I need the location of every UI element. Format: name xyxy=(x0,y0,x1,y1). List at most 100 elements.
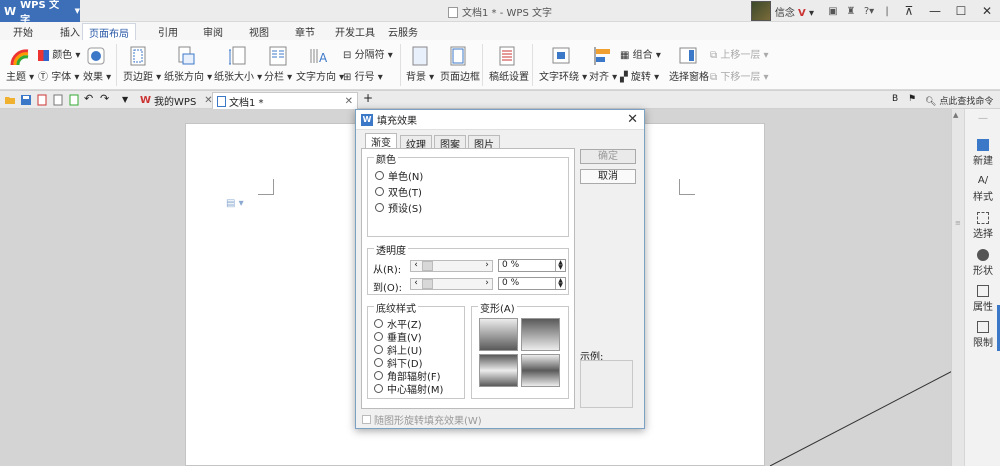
variant-swatch[interactable] xyxy=(479,318,518,351)
minimize-button[interactable]: — xyxy=(922,4,948,18)
radio-preset[interactable]: 预设(S) xyxy=(375,200,422,215)
avatar[interactable] xyxy=(750,1,771,21)
selection-pane-button[interactable]: 选择窗格 xyxy=(669,68,709,83)
vertical-scrollbar[interactable]: ▲ ≡ xyxy=(951,109,964,466)
close-button[interactable]: ✕ xyxy=(974,4,1000,18)
maximize-button[interactable]: ☐ xyxy=(948,4,974,18)
text-direction-button[interactable]: 文字方向 ▾ xyxy=(296,68,344,83)
sidebar-collapse-icon[interactable]: — xyxy=(965,113,1000,124)
divider: | xyxy=(885,5,889,17)
skin-icon[interactable]: ▣ xyxy=(824,6,842,17)
new-doc-icon xyxy=(977,139,989,151)
print-preview-icon[interactable] xyxy=(68,94,80,106)
scroll-up-icon[interactable]: ▲ xyxy=(953,111,958,119)
fill-effects-dialog: W 填充效果 ✕ 渐变 纹理 图案 图片 颜色 单色(N) 双色(T) 预设(S… xyxy=(355,109,645,429)
close-icon[interactable]: ✕ xyxy=(627,112,638,127)
color-button[interactable]: 颜色 ▾ xyxy=(38,46,80,61)
from-slider[interactable]: ‹ › xyxy=(410,260,493,272)
chevron-down-icon[interactable]: ▼ xyxy=(122,95,134,107)
save-icon[interactable] xyxy=(20,94,32,106)
font-button[interactable]: Ⓣ 字体 ▾ xyxy=(38,68,79,83)
new-tab-icon[interactable]: + xyxy=(363,91,375,105)
sidebar-item-new[interactable]: 新建 xyxy=(965,139,1000,167)
undo-icon[interactable]: ↶ xyxy=(84,92,96,105)
tab-texture[interactable]: 纹理 xyxy=(400,135,432,151)
tab-pattern[interactable]: 图案 xyxy=(434,135,466,151)
background-icon xyxy=(412,46,428,66)
print-icon[interactable] xyxy=(52,94,64,106)
columns-button[interactable]: 分栏 ▾ xyxy=(264,68,292,83)
tab-review[interactable]: 审阅 xyxy=(203,24,223,40)
tab-view[interactable]: 视图 xyxy=(249,24,269,40)
line-numbers-button[interactable]: ⊞ 行号 ▾ xyxy=(343,68,383,83)
shirt-icon[interactable]: ♜ xyxy=(842,6,860,17)
help-button[interactable]: ?▾ xyxy=(860,6,878,17)
from-value-input[interactable]: 0 % ▲ ▼ xyxy=(498,259,566,272)
tab-gradient[interactable]: 渐变 xyxy=(365,133,397,149)
align-button[interactable]: 对齐 ▾ xyxy=(589,68,617,83)
orientation-button[interactable]: 纸张方向 ▾ xyxy=(164,68,212,83)
cancel-button[interactable]: 取消 xyxy=(580,169,636,184)
user-name[interactable]: 信念 V ▾ xyxy=(775,4,814,19)
send-backward-button[interactable]: ⧉ 下移一层 ▾ xyxy=(710,68,769,83)
background-button[interactable]: 背景 ▾ xyxy=(406,68,434,83)
variant-swatch[interactable] xyxy=(521,354,560,387)
quick-access-toolbar: ↶ ↷ ▼ W 我的WPS ✕ 文档1 * ✕ + B ⚑ 🔍︎ 点此查找命令 xyxy=(0,91,1000,109)
rotate-button[interactable]: ▞ 旋转 ▾ xyxy=(620,68,659,83)
dialog-title-bar[interactable]: W 填充效果 ✕ xyxy=(356,110,644,130)
tab-developer[interactable]: 开发工具 xyxy=(335,24,375,40)
close-icon[interactable]: ✕ xyxy=(345,96,353,107)
tab-document[interactable]: 文档1 * ✕ xyxy=(212,92,358,109)
effect-button[interactable]: 效果 ▾ xyxy=(83,68,111,83)
document-icon xyxy=(217,95,226,107)
transparency-group: 透明度 从(R): ‹ › 0 % ▲ ▼ 到(O): ‹ › 0 % ▲ ▼ xyxy=(367,242,569,295)
group-button[interactable]: ▦ 组合 ▾ xyxy=(620,46,661,61)
breaks-button[interactable]: ⊟ 分隔符 ▾ xyxy=(343,46,393,61)
sidebar-item-styles[interactable]: A/样式 xyxy=(965,175,1000,203)
page-border-button[interactable]: 页面边框 xyxy=(440,68,480,83)
tab-cloud[interactable]: 云服务 xyxy=(388,24,418,40)
ok-button[interactable]: 确定 xyxy=(580,149,636,164)
tab-picture[interactable]: 图片 xyxy=(468,135,500,151)
command-search[interactable]: 🔍︎ 点此查找命令 xyxy=(925,94,993,107)
radio-two-colors[interactable]: 双色(T) xyxy=(375,184,422,199)
variant-swatch[interactable] xyxy=(521,318,560,351)
page-size-button[interactable]: 纸张大小 ▾ xyxy=(214,68,262,83)
decorative-diagonal-line xyxy=(769,364,964,466)
export-pdf-icon[interactable] xyxy=(36,94,48,106)
scrollbar-grip[interactable]: ≡ xyxy=(955,219,961,227)
margins-button[interactable]: 页边距 ▾ xyxy=(123,68,161,83)
tab-insert[interactable]: 插入 xyxy=(60,24,80,40)
tab-start[interactable]: 开始 xyxy=(13,24,33,40)
variant-swatch[interactable] xyxy=(479,354,518,387)
tab-page-layout[interactable]: 页面布局 xyxy=(82,23,136,41)
chevron-left-icon: ‹ xyxy=(414,278,418,288)
align-icon xyxy=(594,47,610,65)
paste-options-icon[interactable]: ▤ ▾ xyxy=(226,198,244,209)
margin-corner-mark xyxy=(258,179,274,195)
manuscript-button[interactable]: 稿纸设置 xyxy=(489,68,529,83)
tab-chapter[interactable]: 章节 xyxy=(295,24,315,40)
sidebar-item-shapes[interactable]: 形状 xyxy=(965,249,1000,277)
rotate-with-shape-checkbox[interactable]: 随图形旋转填充效果(W) xyxy=(362,412,482,427)
shading-style-group: 底纹样式 水平(Z) 垂直(V) 斜上(U) 斜下(D) 角部辐射(F) 中心辐… xyxy=(367,300,465,399)
sidebar-item-properties[interactable]: 属性 xyxy=(965,285,1000,313)
format-painter-icon[interactable]: ⚑ xyxy=(908,94,920,106)
text-wrap-button[interactable]: 文字环绕 ▾ xyxy=(539,68,587,83)
tab-references[interactable]: 引用 xyxy=(158,24,178,40)
sidebar-item-restrict[interactable]: 限制 xyxy=(965,321,1000,349)
tab-my-wps[interactable]: W 我的WPS ✕ xyxy=(136,92,217,109)
restore-ribbon-icon[interactable]: ⊼ xyxy=(896,4,922,18)
redo-icon[interactable]: ↷ xyxy=(100,92,112,105)
font-icon: Ⓣ xyxy=(38,72,48,83)
radio-single-color[interactable]: 单色(N) xyxy=(375,168,423,183)
bring-forward-button[interactable]: ⧉ 上移一层 ▾ xyxy=(710,46,769,61)
to-slider[interactable]: ‹ › xyxy=(410,278,493,290)
search-icon: 🔍︎ xyxy=(925,97,937,107)
theme-button[interactable]: 主题 ▾ xyxy=(6,68,34,83)
bold-icon[interactable]: B xyxy=(892,94,904,106)
sidebar-item-select[interactable]: 选择 xyxy=(965,212,1000,240)
to-value-input[interactable]: 0 % ▲ ▼ xyxy=(498,277,566,290)
radio-from-center[interactable]: 中心辐射(M) xyxy=(374,381,443,396)
open-folder-icon[interactable] xyxy=(4,94,16,106)
